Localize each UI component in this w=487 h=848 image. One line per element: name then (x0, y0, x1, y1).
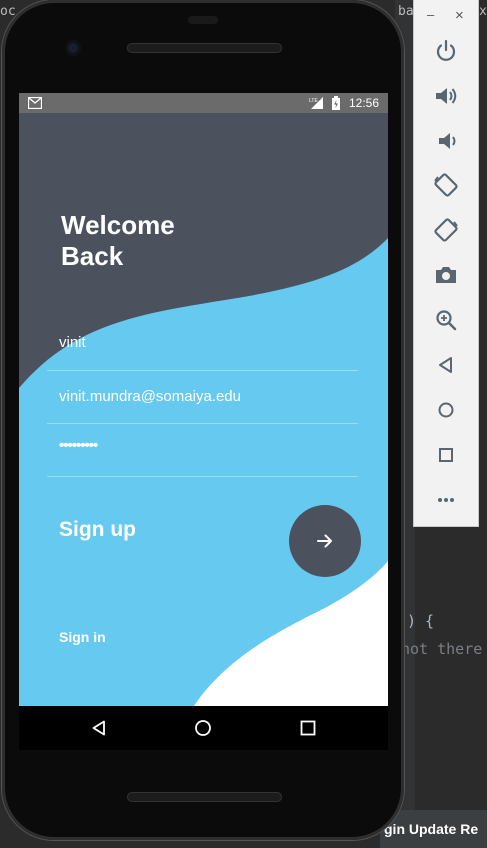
ide-tab-close[interactable]: x (479, 4, 487, 19)
overview-icon[interactable] (432, 441, 460, 469)
emulator-toolbar: – × (414, 0, 478, 526)
panel-window-controls: – × (414, 6, 478, 26)
title-line: Welcome (61, 210, 175, 240)
nav-back-icon[interactable] (91, 720, 107, 736)
ide-tab-fragment-left: oc (0, 4, 16, 19)
status-bar: LTE 12:56 (19, 93, 388, 113)
name-input-value[interactable]: vinit (59, 334, 86, 351)
top-speaker (127, 43, 282, 53)
code-line: ) { (407, 612, 435, 630)
nav-overview-icon[interactable] (300, 720, 316, 736)
home-icon[interactable] (432, 396, 460, 424)
battery-charging-icon (332, 96, 340, 110)
navigation-bar (19, 706, 388, 750)
phone-screen: LTE 12:56 Welcome Back vinit vinit.mundr… (19, 93, 388, 706)
power-icon[interactable] (432, 37, 460, 65)
more-icon[interactable] (432, 486, 460, 514)
gmail-notification-icon (28, 97, 42, 109)
rotate-right-icon[interactable] (432, 216, 460, 244)
zoom-icon[interactable] (432, 306, 460, 334)
status-time: 12:56 (348, 96, 379, 110)
password-input-value[interactable]: ••••••••• (59, 437, 98, 454)
title-line: Back (61, 241, 124, 271)
bottom-speaker (127, 792, 282, 802)
svg-text:LTE: LTE (309, 98, 318, 104)
signup-submit-button[interactable] (289, 505, 361, 577)
email-input-value[interactable]: vinit.mundra@somaiya.edu (59, 388, 241, 405)
code-line: not there (401, 640, 483, 658)
lte-signal-icon: LTE (309, 97, 323, 109)
nav-home-icon[interactable] (194, 719, 212, 737)
login-screen: Welcome Back vinit vinit.mundra@somaiya.… (19, 113, 388, 706)
ide-status-bar: gin Update Re (380, 810, 487, 848)
name-field[interactable]: vinit (47, 326, 358, 371)
ide-tab-fragment-right: ba (398, 4, 414, 19)
close-button[interactable]: × (455, 7, 464, 24)
rotate-left-icon[interactable] (432, 171, 460, 199)
signin-link[interactable]: Sign in (59, 629, 106, 645)
sensor-slot (188, 16, 218, 24)
volume-up-icon[interactable] (432, 82, 460, 110)
welcome-title: Welcome Back (61, 210, 175, 272)
volume-down-icon[interactable] (432, 127, 460, 155)
signup-label: Sign up (59, 518, 136, 541)
camera-icon[interactable] (432, 261, 460, 289)
front-camera (65, 40, 81, 56)
arrow-right-icon (317, 534, 332, 548)
password-field[interactable]: ••••••••• (47, 433, 358, 477)
minimize-button[interactable]: – (427, 7, 434, 22)
email-field[interactable]: vinit.mundra@somaiya.edu (47, 376, 358, 424)
back-icon[interactable] (432, 351, 460, 379)
